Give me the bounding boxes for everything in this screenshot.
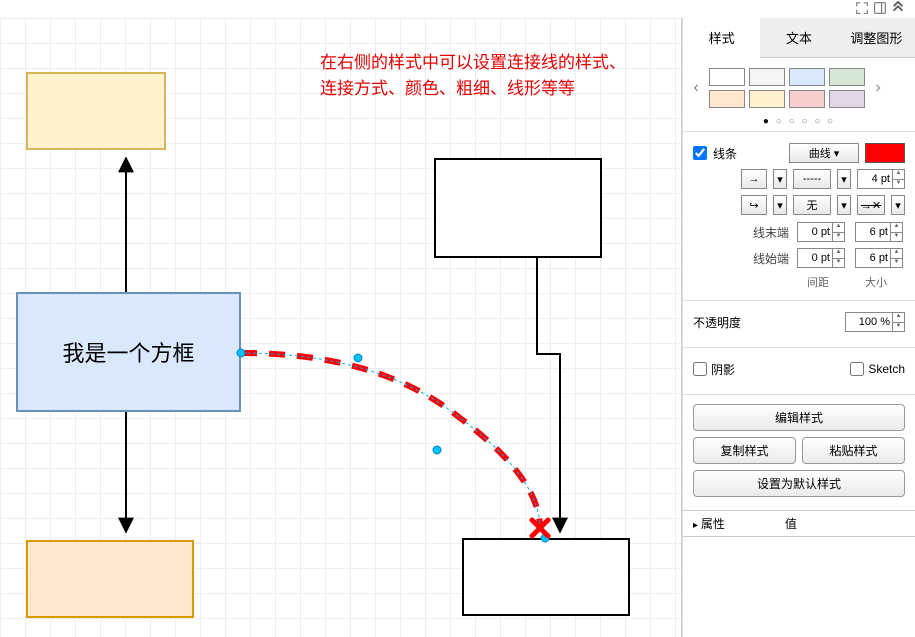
waypoint-more[interactable]: ▾ — [773, 195, 787, 215]
dash-style-more[interactable]: ▾ — [837, 169, 851, 189]
end-size-stepper[interactable]: ▲▼ — [855, 222, 905, 242]
fill-swatch-grid — [709, 68, 865, 108]
fill-swatch[interactable] — [789, 90, 825, 108]
waypoint-select[interactable]: ↪ — [741, 195, 767, 215]
fill-swatch[interactable] — [709, 90, 745, 108]
arrow-end-type-select[interactable]: 无 — [793, 195, 831, 215]
rect-yellow-top[interactable] — [26, 72, 166, 150]
line-width-input[interactable] — [857, 169, 893, 189]
tab-style[interactable]: 样式 — [683, 18, 760, 58]
annotation-text: 在右侧的样式中可以设置连接线的样式、 连接方式、颜色、粗细、线形等等 — [320, 50, 626, 101]
collapse-icon[interactable] — [873, 1, 887, 18]
copy-style-button[interactable]: 复制样式 — [693, 437, 796, 464]
opacity-label: 不透明度 — [693, 314, 741, 331]
opacity-input[interactable] — [845, 312, 893, 332]
start-spacing-stepper[interactable]: ▲▼ — [797, 248, 847, 268]
arrow-end-type-more[interactable]: ▾ — [837, 195, 851, 215]
swatch-next-icon[interactable]: › — [871, 79, 885, 97]
line-end-label: 线末端 — [693, 224, 789, 241]
ends-col-spacing: 间距 — [807, 274, 829, 290]
prop-col-value: 值 — [785, 515, 797, 532]
fullscreen-icon[interactable] — [855, 1, 869, 18]
edit-style-button[interactable]: 编辑样式 — [693, 404, 905, 431]
tab-arrange[interactable]: 调整图形 — [838, 18, 915, 58]
start-size-stepper[interactable]: ▲▼ — [855, 248, 905, 268]
rect-blue-labeled[interactable]: 我是一个方框 — [16, 292, 241, 412]
shadow-label: 阴影 — [711, 361, 735, 378]
arrow-start-more[interactable]: ▾ — [773, 169, 787, 189]
line-color-button[interactable] — [865, 143, 905, 163]
sketch-check[interactable] — [850, 362, 864, 376]
style-panel: 样式 文本 调整图形 ‹ › ● ○ ○ ○ ○ ○ 线条 曲线 ▾ → ▾ - — [682, 18, 915, 637]
rect-white-top[interactable] — [434, 158, 602, 258]
line-label: 线条 — [713, 145, 737, 162]
rect-label: 我是一个方框 — [62, 336, 194, 368]
line-jump-select[interactable]: →✕ — [857, 195, 885, 215]
set-default-style-button[interactable]: 设置为默认样式 — [693, 470, 905, 497]
arrow-start-select[interactable]: → — [741, 169, 767, 189]
fill-swatch[interactable] — [789, 68, 825, 86]
drawing-canvas[interactable]: 我是一个方框 在右侧的样式中可以设置连接线的样式、 连接方式、颜色、粗细、线形等… — [0, 18, 682, 637]
line-jump-more[interactable]: ▾ — [891, 195, 905, 215]
shadow-check[interactable] — [693, 362, 707, 376]
prop-col-attr: 属性 — [693, 515, 725, 532]
fill-swatch[interactable] — [709, 68, 745, 86]
chevron-up-icon[interactable] — [891, 1, 905, 18]
fill-swatch[interactable] — [749, 90, 785, 108]
dash-style-select[interactable]: ----- — [793, 169, 831, 189]
fill-swatch[interactable] — [829, 90, 865, 108]
sketch-label: Sketch — [868, 362, 905, 376]
swatch-prev-icon[interactable]: ‹ — [689, 79, 703, 97]
swatch-page-dots[interactable]: ● ○ ○ ○ ○ ○ — [683, 112, 915, 131]
opacity-stepper[interactable]: ▲▼ — [845, 312, 905, 332]
end-spacing-stepper[interactable]: ▲▼ — [797, 222, 847, 242]
paste-style-button[interactable]: 粘贴样式 — [802, 437, 905, 464]
fill-swatch[interactable] — [749, 68, 785, 86]
line-width-stepper[interactable]: ▲▼ — [857, 169, 905, 189]
rect-orange-bottom[interactable] — [26, 540, 194, 618]
line-curve-select[interactable]: 曲线 ▾ — [789, 143, 859, 163]
ends-col-size: 大小 — [865, 274, 887, 290]
fill-swatch[interactable] — [829, 68, 865, 86]
rect-white-bottom[interactable] — [462, 538, 630, 616]
tab-text[interactable]: 文本 — [760, 18, 837, 58]
line-start-label: 线始端 — [693, 250, 789, 267]
line-enable-check[interactable] — [693, 146, 707, 160]
properties-header[interactable]: 属性 值 — [683, 510, 915, 537]
